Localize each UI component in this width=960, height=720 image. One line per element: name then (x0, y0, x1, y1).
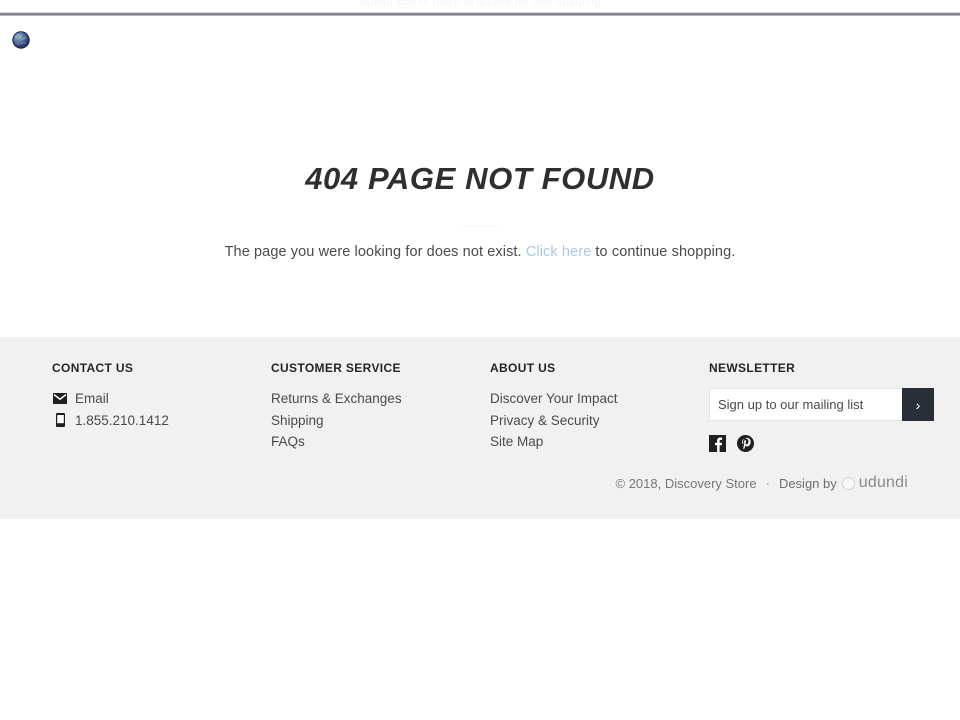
about-list: Discover Your Impact Privacy & Security … (490, 388, 700, 453)
link-site-map[interactable]: Site Map (490, 434, 543, 449)
footer-copyright: © 2018, Discovery Store · Design by udun… (616, 474, 909, 492)
link-discover-your-impact[interactable]: Discover Your Impact (490, 391, 618, 406)
link-shipping[interactable]: Shipping (271, 413, 324, 428)
udundi-brand-name[interactable]: udundi (859, 474, 908, 492)
message-before-link: The page you were looking for does not e… (224, 244, 526, 260)
newsletter-email-input[interactable] (709, 388, 902, 421)
footer-heading-about: ABOUT US (490, 361, 556, 375)
newsletter-form: › (709, 388, 934, 421)
list-item[interactable]: Site Map (490, 431, 700, 453)
contact-email-link[interactable]: Email (52, 388, 252, 410)
customer-service-list: Returns & Exchanges Shipping FAQs (271, 388, 481, 453)
link-returns-exchanges[interactable]: Returns & Exchanges (271, 391, 402, 406)
facebook-icon (709, 435, 726, 452)
link-privacy-security[interactable]: Privacy & Security (490, 413, 600, 428)
site-footer: CONTACT US Email 1.855.210.1412 CUSTOMER… (0, 337, 960, 519)
footer-column-about: ABOUT US Discover Your Impact Privacy & … (490, 361, 700, 453)
mobile-phone-icon (52, 413, 68, 428)
facebook-link[interactable] (709, 435, 726, 452)
list-item[interactable]: 1.855.210.1412 (52, 410, 252, 432)
footer-heading-customer-service: CUSTOMER SERVICE (271, 361, 401, 375)
envelope-icon (52, 393, 68, 405)
udundi-logo-icon (841, 476, 855, 490)
list-item[interactable]: Shipping (271, 410, 481, 432)
footer-heading-newsletter: NEWSLETTER (709, 361, 796, 375)
site-header (0, 18, 960, 128)
globe-icon (12, 31, 30, 49)
copyright-separator: · (765, 475, 770, 491)
message-after-link: to continue shopping. (591, 244, 736, 260)
contact-phone-label: 1.855.210.1412 (75, 412, 169, 428)
pinterest-icon (737, 435, 754, 452)
list-item[interactable]: Privacy & Security (490, 410, 700, 432)
social-links (709, 435, 924, 452)
footer-column-newsletter: NEWSLETTER › (709, 361, 934, 452)
pinterest-link[interactable] (737, 435, 754, 452)
continue-shopping-link[interactable]: Click here (526, 244, 591, 260)
contact-list: Email 1.855.210.1412 (52, 388, 252, 431)
contact-phone-link[interactable]: 1.855.210.1412 (52, 410, 252, 432)
footer-heading-contact: CONTACT US (52, 361, 134, 375)
site-logo[interactable] (12, 31, 30, 49)
footer-column-contact: CONTACT US Email 1.855.210.1412 (52, 361, 252, 431)
list-item[interactable]: Discover Your Impact (490, 388, 700, 410)
list-item[interactable]: FAQs (271, 431, 481, 453)
contact-email-label: Email (75, 391, 109, 406)
copyright-text: © 2018, Discovery Store (615, 475, 757, 491)
list-item[interactable]: Returns & Exchanges (271, 388, 481, 410)
footer-column-customer-service: CUSTOMER SERVICE Returns & Exchanges Shi… (271, 361, 481, 453)
page-title: 404 PAGE NOT FOUND (305, 161, 655, 196)
announcement-text: Spend $50 or more to qualify for free sh… (359, 0, 601, 8)
design-by-label: Design by (778, 475, 837, 491)
link-faqs[interactable]: FAQs (271, 434, 305, 449)
main-content: 404 PAGE NOT FOUND The page you were loo… (0, 128, 960, 337)
top-bar-divider (0, 12, 960, 16)
list-item[interactable]: Email (52, 388, 252, 410)
newsletter-submit-button[interactable]: › (902, 388, 934, 421)
not-found-message: The page you were looking for does not e… (0, 227, 960, 260)
top-announcement-bar: Spend $50 or more to qualify for free sh… (0, 0, 960, 18)
